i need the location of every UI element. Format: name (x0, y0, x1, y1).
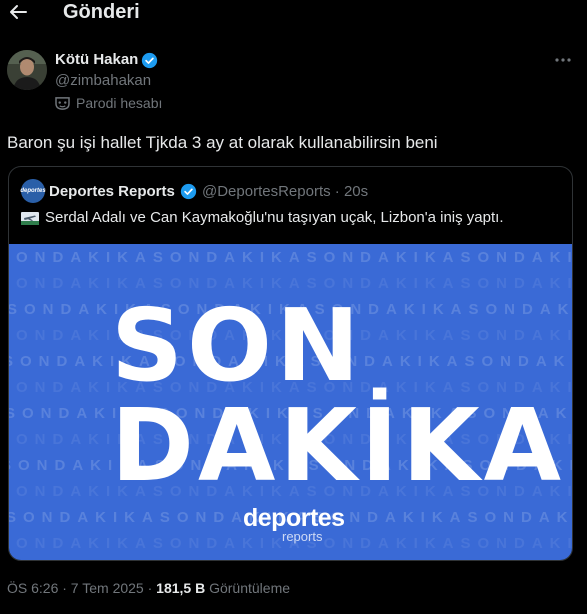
views-label: Görüntüleme (205, 580, 291, 596)
tweet-text: Baron şu işi hallet Tjkda 3 ay at olarak… (7, 133, 438, 152)
avatar-image (7, 50, 47, 90)
top-bar: Gönderi (0, 0, 587, 26)
post-timestamp[interactable]: ÖS 6:26 · 7 Tem 2025 · (7, 580, 156, 596)
verified-badge-icon (180, 183, 197, 200)
deportes-logo: deportes (243, 504, 345, 532)
quoted-author-name[interactable]: Deportes Reports (49, 183, 175, 201)
headline-dakika: DAKİKA (111, 387, 565, 504)
parody-account-label: Parodi hesabı (55, 94, 162, 112)
more-options-icon[interactable] (554, 57, 572, 63)
airplane-flag-icon (21, 212, 39, 225)
views-count: 181,5 B (156, 580, 206, 596)
quoted-tweet-card[interactable]: deportes Deportes Reports @DeportesRepor… (8, 166, 573, 561)
quoted-author-handle-time: @DeportesReports · 20s (202, 183, 369, 200)
son-dakika-image[interactable]: SONDAKIKASONDAKIKASONDAKIKASONDAKIKASOND… (9, 244, 572, 560)
headline-son: SON (111, 287, 364, 404)
post-meta: ÖS 6:26 · 7 Tem 2025 · 181,5 B Görüntüle… (7, 579, 290, 597)
author-handle[interactable]: @zimbahakan (55, 72, 151, 90)
parody-label: Parodi hesabı (76, 95, 163, 111)
deportes-logo-sub: reports (282, 529, 323, 544)
page-title: Gönderi (63, 1, 140, 23)
back-arrow-icon[interactable] (8, 2, 28, 22)
mask-icon (55, 96, 70, 110)
author-avatar[interactable] (7, 50, 47, 90)
quoted-tweet-text: Serdal Adalı ve Can Kaymakoğlu'nu taşıya… (45, 209, 504, 226)
quoted-author-avatar[interactable]: deportes (20, 179, 46, 203)
verified-badge-icon (141, 52, 158, 69)
author-name[interactable]: Kötü Hakan (55, 51, 138, 69)
background-pattern-row: SONDAKIKASONDAKIKASONDAKIKASONDAKIKASOND… (9, 249, 572, 266)
